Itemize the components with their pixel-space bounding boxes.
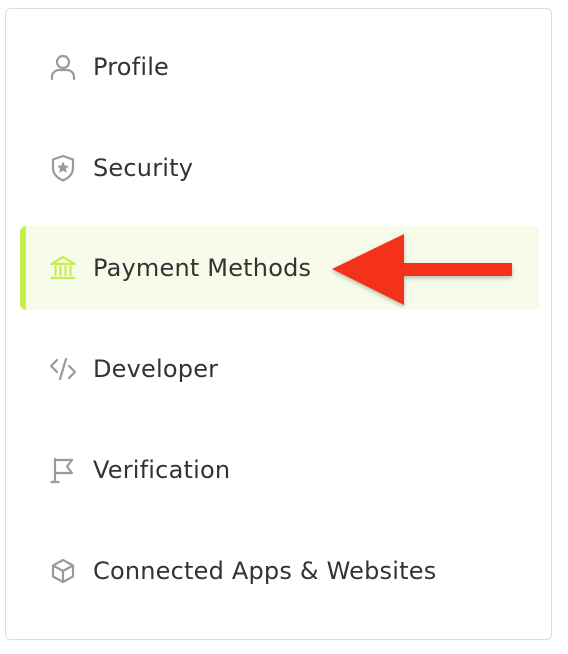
sidebar-item-label: Connected Apps & Websites [93,557,437,585]
sidebar-item-developer[interactable]: Developer [20,327,539,411]
sidebar-item-label: Verification [93,456,231,484]
sidebar-item-security[interactable]: Security [20,126,539,210]
sidebar-item-label: Security [93,154,194,182]
sidebar-item-label: Payment Methods [93,254,312,282]
settings-sidebar: Profile Security Payment Methods Develop… [5,8,552,640]
red-arrow-icon [332,234,512,305]
sidebar-item-connected-apps[interactable]: Connected Apps & Websites [20,529,539,613]
sidebar-item-verification[interactable]: Verification [20,428,539,512]
user-icon [48,52,78,82]
active-indicator [20,226,26,310]
sidebar-item-profile[interactable]: Profile [20,25,539,109]
flag-icon [48,455,78,485]
cube-icon [48,556,78,586]
bank-icon [48,253,78,283]
code-icon [48,354,78,384]
sidebar-item-label: Developer [93,355,219,383]
shield-star-icon [48,153,78,183]
sidebar-item-label: Profile [93,53,170,81]
